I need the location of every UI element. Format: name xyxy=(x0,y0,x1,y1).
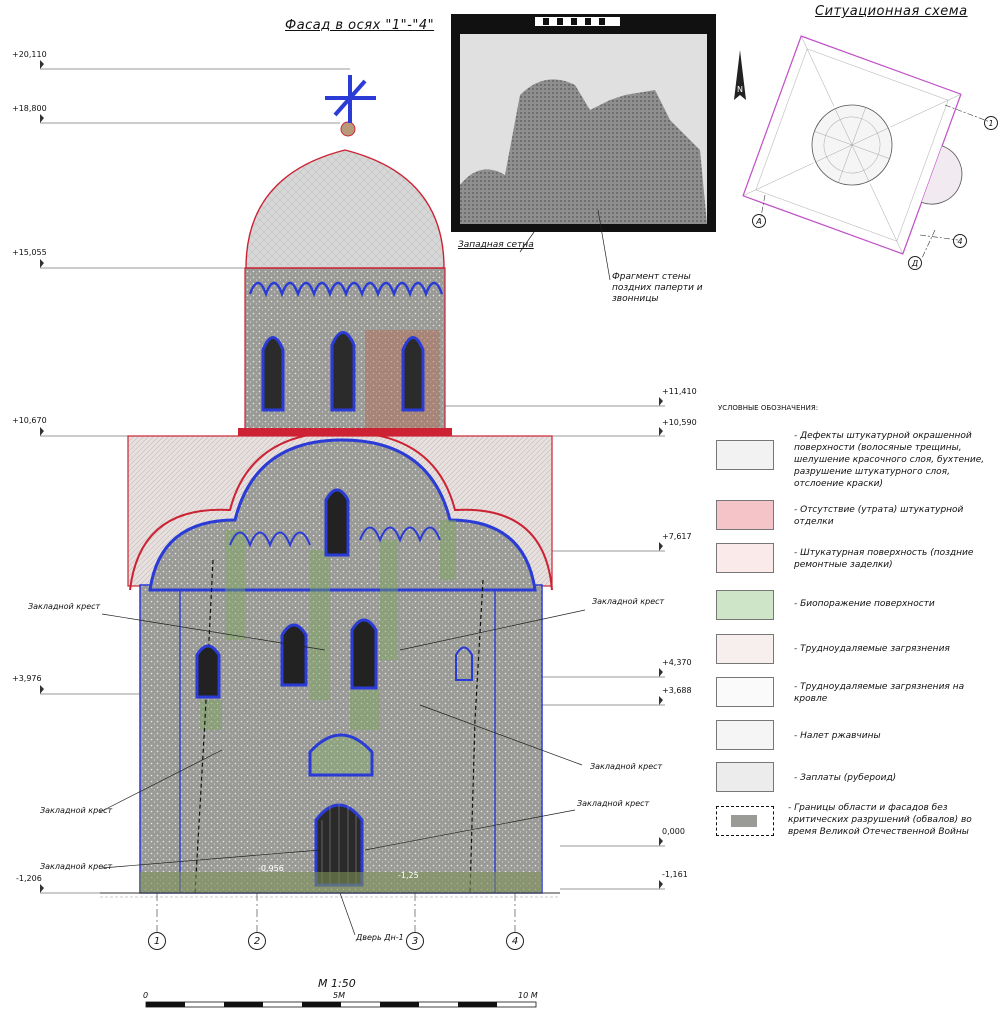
callout-cross: Закладной крест xyxy=(28,602,101,611)
scale-title: М 1:50 xyxy=(318,977,356,990)
callout-cross: Закладной крест xyxy=(577,799,650,808)
photo-label-west-wall: Западная сетна xyxy=(458,240,534,250)
elevation-label: +10,590 xyxy=(662,418,697,427)
callout-cross: Закладной крест xyxy=(40,862,113,871)
elevation-label: +18,800 xyxy=(12,104,47,113)
elevation-label: -1,206 xyxy=(16,874,42,883)
photo-label-fragment: Фрагмент стены поздних паперти и звонниц… xyxy=(612,272,703,304)
situation-title: Ситуационная схема xyxy=(815,4,968,19)
legend-text: - Биопоражение поверхности xyxy=(794,599,935,609)
inner-mark: -0,956 xyxy=(258,864,284,873)
legend-title: УСЛОВНЫЕ ОБОЗНАЧЕНИЯ: xyxy=(718,404,819,412)
legend-swatch xyxy=(716,677,774,707)
callout-cross: Закладной крест xyxy=(40,806,113,815)
legend-swatch xyxy=(716,500,774,530)
plan-axis-marker: 1 xyxy=(984,116,998,130)
scale-end: 10 М xyxy=(518,991,538,1000)
legend-swatch xyxy=(716,720,774,750)
legend-text: - Налет ржавчины xyxy=(794,731,881,741)
elevation-label: +3,688 xyxy=(662,686,692,695)
legend-swatch xyxy=(716,590,774,620)
scale-zero: 0 xyxy=(143,991,149,1000)
legend-swatch xyxy=(716,440,774,470)
plan-axis-marker: 4 xyxy=(953,234,967,248)
elevation-label: -1,161 xyxy=(662,870,688,879)
elevation-label: +10,670 xyxy=(12,416,47,425)
elevation-label: +3,976 xyxy=(12,674,42,683)
svg-text:N: N xyxy=(737,85,743,94)
legend-text: - Трудноудаляемые загрязнения на кровле xyxy=(794,682,965,704)
plan-axis-marker: Д xyxy=(908,256,922,270)
scale-bar xyxy=(145,1001,537,1008)
elevation-label: +20,110 xyxy=(12,50,47,59)
legend-text: - Штукатурная поверхность (поздние ремон… xyxy=(794,548,974,570)
elevation-label: +7,617 xyxy=(662,532,692,541)
plan-axis-marker: А xyxy=(752,214,766,228)
legend-text: - Трудноудаляемые загрязнения xyxy=(794,644,950,654)
legend-swatch xyxy=(716,634,774,664)
situation-plan xyxy=(742,35,963,255)
legend-text: - Отсутствие (утрата) штукатурной отделк… xyxy=(794,505,964,527)
legend-swatch xyxy=(716,806,774,836)
axis-marker: 1 xyxy=(148,932,166,950)
elevation-label: +15,055 xyxy=(12,248,47,257)
elevation-label: +11,410 xyxy=(662,387,697,396)
facade-title: Фасад в осях "1"-"4" xyxy=(285,18,435,33)
elevation-label: 0,000 xyxy=(662,827,685,836)
legend-text: - Заплаты (рубероид) xyxy=(794,773,897,783)
axis-marker: 4 xyxy=(506,932,524,950)
legend-swatch xyxy=(716,762,774,792)
callout-cross: Закладной крест xyxy=(590,762,663,771)
callout-door: Дверь Дн-1 xyxy=(356,933,404,942)
dome-cross xyxy=(325,75,376,123)
axis-marker: 2 xyxy=(248,932,266,950)
legend-text: - Дефекты штукатурной окрашенной поверхн… xyxy=(794,431,985,489)
callout-cross: Закладной крест xyxy=(592,597,665,606)
legend-text: - Границы области и фасадов без критичес… xyxy=(788,803,972,837)
scale-mid: 5М xyxy=(333,991,345,1000)
axis-marker: 3 xyxy=(406,932,424,950)
inner-mark: -1,25 xyxy=(398,871,419,880)
elevation-label: +4,370 xyxy=(662,658,692,667)
legend-swatch xyxy=(716,543,774,573)
